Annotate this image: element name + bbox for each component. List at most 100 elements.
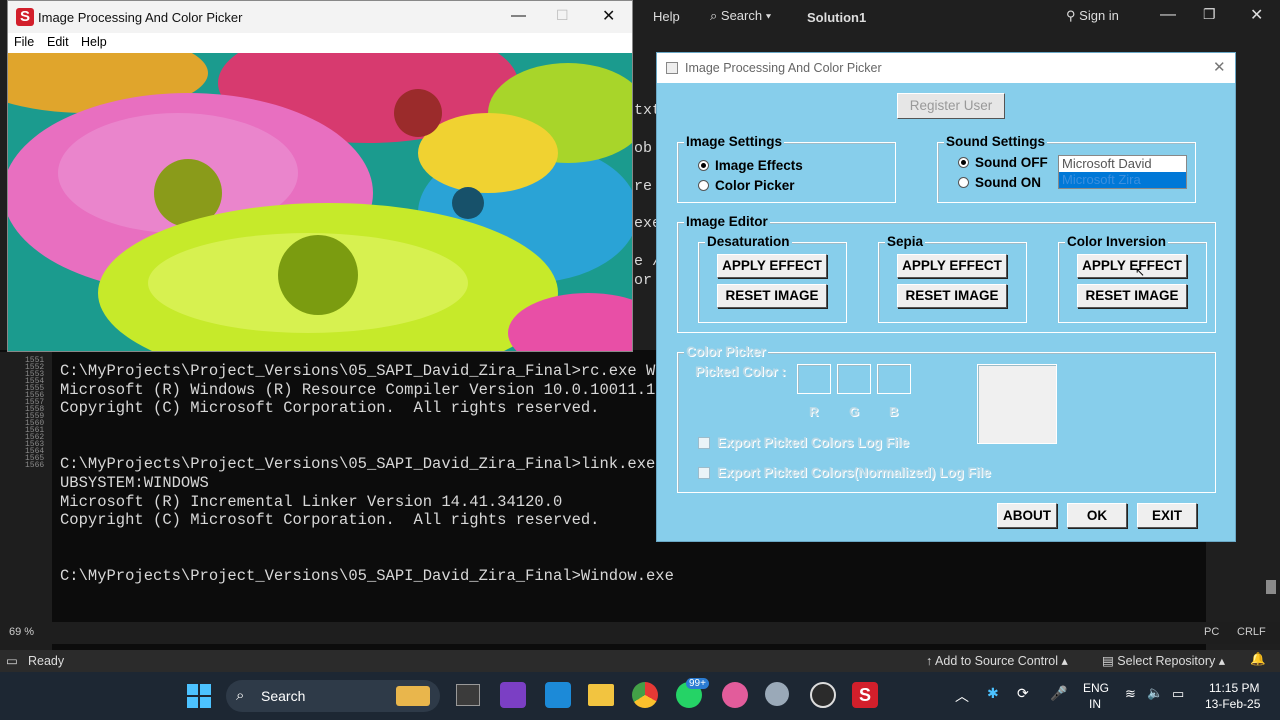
clock-time[interactable]: 11:15 PM [1209,681,1259,695]
person-icon: ⚲ [1066,8,1076,23]
image-editor-label: Image Editor [684,214,770,229]
checkbox-icon [698,437,710,449]
encoding-indicator[interactable]: PC [1204,626,1219,638]
color-inversion-reset-button[interactable]: RESET IMAGE [1077,284,1187,308]
console-line: UBSYSTEM:WINDOWS [60,473,209,492]
console-line: Copyright (C) Microsoft Corporation. All… [60,511,600,530]
ok-button[interactable]: OK [1067,503,1127,528]
register-user-button[interactable]: Register User [897,93,1005,119]
export-normalized-log-label: Export Picked Colors(Normalized) Log Fil… [717,465,991,480]
maximize-icon[interactable]: ☐ [556,7,569,24]
taskbar-search-label: Search [261,688,306,704]
line-number: 1564 [25,447,45,456]
side-text-6: or [634,272,653,289]
color-inversion-apply-button[interactable]: APPLY EFFECT [1077,254,1187,278]
visual-studio-app-icon[interactable] [500,682,526,708]
obs-app-icon[interactable] [810,682,836,708]
line-number: 1556 [25,391,45,400]
menu-edit[interactable]: Edit [47,35,69,49]
console-line: C:\MyProjects\Project_Versions\05_SAPI_D… [60,455,656,474]
line-number: 1551 [25,356,45,365]
microphone-icon[interactable]: 🎤 [1050,685,1067,702]
image-editor-group: Image Editor Desaturation APPLY EFFECT R… [677,214,1216,333]
vs-right-panel [1236,34,1280,650]
close-icon[interactable]: ✕ [602,6,615,26]
console-output: C:\MyProjects\Project_Versions\05_SAPI_D… [60,362,674,586]
sound-off-radio[interactable]: Sound OFF [958,155,1048,170]
mouse-cursor-icon: ↖ [1135,265,1146,279]
clock-date[interactable]: 13-Feb-25 [1205,697,1260,711]
console-line: Copyright (C) Microsoft Corporation. All… [60,399,600,418]
zoom-level[interactable]: 69 % [9,626,34,638]
select-repository-button[interactable]: ▤ Select Repository ▴ [1102,653,1225,668]
image-app-taskbar-icon[interactable]: S [852,682,878,708]
about-button[interactable]: ABOUT [997,503,1057,528]
export-normalized-log-checkbox[interactable]: Export Picked Colors(Normalized) Log Fil… [698,465,991,480]
line-number: 1563 [25,440,45,449]
language-indicator[interactable]: ENG [1083,681,1109,695]
chevron-up-icon[interactable]: ︿ [955,686,969,706]
chrome-app-icon[interactable] [632,682,658,708]
battery-icon[interactable]: ▭ [1172,686,1184,702]
sepia-group: Sepia APPLY EFFECT RESET IMAGE [878,234,1027,323]
flower-image[interactable] [8,53,632,351]
editor-zoom-bar: 69 % PC CRLF [0,622,1280,644]
minimize-icon[interactable]: — [1160,6,1176,24]
close-icon[interactable]: ✕ [1213,58,1226,76]
vs-title-bar: Help ⌕ Search ▾ Solution1 ⚲ Sign in — ❐ … [632,0,1280,34]
sepia-reset-button[interactable]: RESET IMAGE [897,284,1007,308]
voice-listbox[interactable]: Microsoft David Microsoft Zira [1058,155,1187,189]
dialog-title-bar[interactable]: Image Processing And Color Picker ✕ [657,53,1235,83]
vs-sign-in[interactable]: ⚲ Sign in [1066,8,1119,24]
add-source-control-label: Add to Source Control [935,654,1059,668]
line-ending-indicator[interactable]: CRLF [1237,626,1266,638]
side-text-3: re [634,178,653,195]
vs-menu-help[interactable]: Help [653,9,680,24]
menu-file[interactable]: File [14,35,34,49]
export-log-checkbox[interactable]: Export Picked Colors Log File [698,435,909,450]
line-number: 1552 [25,363,45,372]
color-inversion-group: Color Inversion APPLY EFFECT RESET IMAGE… [1058,234,1207,323]
vs-scrollbar-thumb[interactable] [1266,580,1276,594]
windows-start-icon[interactable] [187,684,211,708]
region-indicator: IN [1089,697,1101,711]
color-picker-radio[interactable]: Color Picker [698,178,795,193]
close-icon[interactable]: ✕ [1250,5,1263,25]
menu-help[interactable]: Help [81,35,107,49]
picked-color-label: Picked Color : [695,364,786,379]
bluetooth-icon[interactable]: ✱ [987,685,999,702]
console-line: C:\MyProjects\Project_Versions\05_SAPI_D… [60,567,674,586]
sound-on-radio[interactable]: Sound ON [958,175,1041,190]
sync-icon[interactable]: ⟳ [1017,685,1029,702]
minimize-icon[interactable]: — [511,7,526,24]
voice-option-zira[interactable]: Microsoft Zira [1059,172,1186,188]
file-explorer-app-icon[interactable] [588,684,614,706]
desaturation-reset-button[interactable]: RESET IMAGE [717,284,827,308]
vs-search-box[interactable]: ⌕ Search ▾ [710,8,771,24]
paint-app-icon[interactable] [722,682,748,708]
color-inversion-label: Color Inversion [1065,234,1169,249]
sepia-apply-button[interactable]: APPLY EFFECT [897,254,1007,278]
radio-unselected-icon [958,177,969,188]
wifi-icon[interactable]: ≋ [1125,686,1136,702]
settings-gear-icon[interactable] [765,682,789,706]
blue-channel-label: B [889,404,899,419]
voice-option-david[interactable]: Microsoft David [1059,156,1186,172]
notification-bell-icon[interactable]: 🔔 [1250,652,1266,667]
restore-icon[interactable]: ❐ [1203,6,1216,23]
line-number: 1561 [25,426,45,435]
image-effects-radio[interactable]: Image Effects [698,158,803,173]
terminal-app-icon[interactable] [456,684,480,706]
line-number: 1562 [25,433,45,442]
console-line: Microsoft (R) Incremental Linker Version… [60,492,563,511]
line-number: 1559 [25,412,45,421]
desaturation-apply-button[interactable]: APPLY EFFECT [717,254,827,278]
taskbar-search-box[interactable]: ⌕ Search [226,680,440,712]
add-source-control-button[interactable]: ↑ Add to Source Control ▴ [926,653,1068,668]
exit-button[interactable]: EXIT [1137,503,1197,528]
vscode-app-icon[interactable] [545,682,571,708]
image-window-title-bar[interactable]: S Image Processing And Color Picker — ☐ … [8,1,632,33]
dialog-title: Image Processing And Color Picker [685,61,882,75]
volume-icon[interactable]: 🔈 [1147,685,1163,701]
